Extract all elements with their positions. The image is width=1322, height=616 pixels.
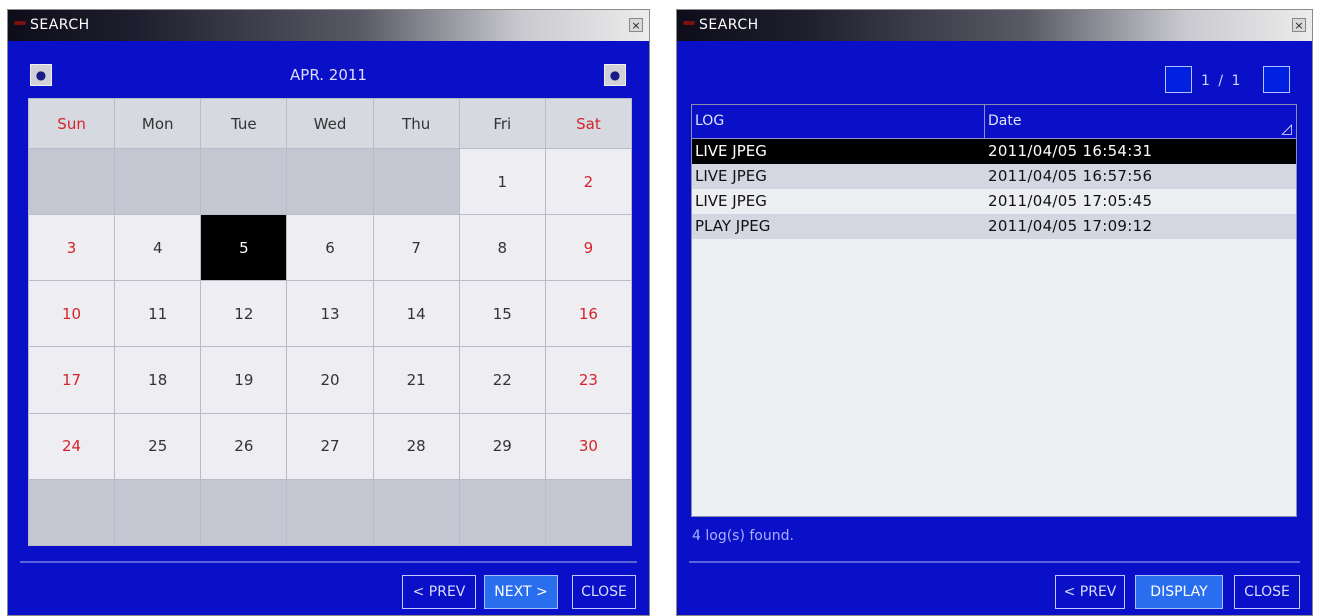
app-logo-icon: [14, 21, 26, 25]
weekday-thu: Thu: [372, 98, 460, 149]
calendar-day-28[interactable]: 28: [372, 412, 460, 480]
calendar-day-8[interactable]: 8: [458, 214, 546, 282]
calendar-day-15[interactable]: 15: [458, 280, 546, 348]
calendar-day-21[interactable]: 21: [372, 346, 460, 414]
calendar-week-row: 12: [27, 147, 633, 216]
calendar-day-17[interactable]: 17: [27, 346, 116, 414]
app-logo-icon: [683, 21, 695, 25]
calendar-day-4[interactable]: 4: [114, 214, 202, 282]
calendar-day-18[interactable]: 18: [114, 346, 202, 414]
calendar-day-13[interactable]: 13: [286, 280, 374, 348]
log-type-cell: LIVE JPEG: [695, 142, 767, 160]
calendar-empty-cell: [27, 478, 116, 547]
calendar-day-20[interactable]: 20: [286, 346, 374, 414]
calendar-day-30[interactable]: 30: [544, 412, 633, 480]
weekday-sun: Sun: [27, 98, 116, 149]
next-button[interactable]: NEXT >: [484, 575, 558, 609]
weekday-header-row: Sun Mon Tue Wed Thu Fri Sat: [27, 98, 633, 149]
weekday-tue: Tue: [200, 98, 288, 149]
weekday-wed: Wed: [286, 98, 374, 149]
prev-button[interactable]: < PREV: [1055, 575, 1125, 609]
calendar-empty-cell: [286, 147, 374, 216]
calendar-week-row: 17 18 19 20 21 22 23: [27, 346, 633, 414]
calendar-day-19[interactable]: 19: [200, 346, 288, 414]
calendar-day-5[interactable]: 5: [200, 214, 288, 282]
calendar-empty-cell: [544, 478, 633, 547]
log-row[interactable]: LIVE JPEG 2011/04/05 17:05:45: [692, 189, 1296, 214]
page-indicator: 1 / 1: [1201, 73, 1243, 89]
calendar-day-2[interactable]: 2: [544, 147, 633, 216]
calendar-empty-cell: [27, 147, 116, 216]
title-bar: SEARCH ×: [8, 10, 649, 41]
calendar-day-6[interactable]: 6: [286, 214, 374, 282]
log-row[interactable]: LIVE JPEG 2011/04/05 16:57:56: [692, 164, 1296, 189]
divider: [20, 561, 637, 563]
calendar-empty-cell: [372, 478, 460, 547]
log-date-cell: 2011/04/05 17:05:45: [988, 192, 1153, 210]
weekday-sat: Sat: [544, 98, 633, 149]
calendar-week-row: [27, 478, 633, 547]
calendar-day-9[interactable]: 9: [544, 214, 633, 282]
log-list-header: LOG Date ◿: [692, 105, 1296, 139]
calendar-empty-cell: [114, 478, 202, 547]
next-month-button[interactable]: ●: [604, 64, 626, 86]
calendar-grid: Sun Mon Tue Wed Thu Fri Sat 1 2 3 4 5 6 7 8 9 10 11 12 13 1…: [27, 98, 633, 547]
calendar-day-10[interactable]: 10: [27, 280, 116, 348]
close-button[interactable]: CLOSE: [572, 575, 636, 609]
prev-button[interactable]: < PREV: [402, 575, 476, 609]
column-header-date-label: Date: [988, 113, 1022, 129]
calendar-day-3[interactable]: 3: [27, 214, 116, 282]
calendar-empty-cell: [200, 147, 288, 216]
title-bar: SEARCH ×: [677, 10, 1312, 41]
month-label: APR. 2011: [290, 66, 367, 84]
calendar-search-window: SEARCH × ● APR. 2011 ● Sun Mon Tue Wed Thu Fr…: [7, 9, 650, 616]
calendar-day-11[interactable]: 11: [114, 280, 202, 348]
log-list: LOG Date ◿ LIVE JPEG 2011/04/05 16:54:31 L…: [691, 104, 1297, 517]
log-date-cell: 2011/04/05 16:57:56: [988, 167, 1153, 185]
calendar-week-row: 3456789: [27, 214, 633, 282]
calendar-day-26[interactable]: 26: [200, 412, 288, 480]
calendar-day-29[interactable]: 29: [458, 412, 546, 480]
close-window-icon[interactable]: ×: [1292, 18, 1306, 32]
calendar-empty-cell: [114, 147, 202, 216]
calendar-empty-cell: [372, 147, 460, 216]
window-title: SEARCH: [30, 17, 90, 33]
results-count: 4 log(s) found.: [692, 528, 794, 544]
close-button[interactable]: CLOSE: [1234, 575, 1300, 609]
next-page-button[interactable]: [1263, 66, 1290, 93]
close-window-icon[interactable]: ×: [629, 18, 643, 32]
calendar-day-12[interactable]: 12: [200, 280, 288, 348]
divider: [689, 561, 1300, 563]
weekday-fri: Fri: [458, 98, 546, 149]
log-row[interactable]: LIVE JPEG 2011/04/05 16:54:31: [692, 139, 1296, 164]
log-search-window: SEARCH × 1 / 1 LOG Date ◿ LIVE JPEG 2011/…: [676, 9, 1313, 616]
calendar-day-16[interactable]: 16: [544, 280, 633, 348]
calendar-day-1[interactable]: 1: [458, 147, 546, 216]
calendar-week-row: 24 25 26 27 28 29 30: [27, 412, 633, 480]
calendar-empty-cell: [458, 478, 546, 547]
calendar-empty-cell: [286, 478, 374, 547]
calendar-day-14[interactable]: 14: [372, 280, 460, 348]
log-date-cell: 2011/04/05 16:54:31: [988, 142, 1153, 160]
log-row[interactable]: PLAY JPEG 2011/04/05 17:09:12: [692, 214, 1296, 239]
window-title: SEARCH: [699, 17, 759, 33]
calendar-day-27[interactable]: 27: [286, 412, 374, 480]
column-header-log[interactable]: LOG: [692, 105, 985, 138]
prev-page-button[interactable]: [1165, 66, 1192, 93]
weekday-mon: Mon: [114, 98, 202, 149]
log-type-cell: LIVE JPEG: [695, 167, 767, 185]
calendar-day-7[interactable]: 7: [372, 214, 460, 282]
calendar-empty-cell: [200, 478, 288, 547]
log-date-cell: 2011/04/05 17:09:12: [988, 217, 1153, 235]
calendar-day-24[interactable]: 24: [27, 412, 116, 480]
column-header-date[interactable]: Date ◿: [985, 105, 1296, 138]
display-button[interactable]: DISPLAY: [1135, 575, 1223, 609]
log-type-cell: LIVE JPEG: [695, 192, 767, 210]
calendar-day-22[interactable]: 22: [458, 346, 546, 414]
calendar-day-25[interactable]: 25: [114, 412, 202, 480]
calendar-week-row: 10 11 12 13 14 15 16: [27, 280, 633, 348]
log-type-cell: PLAY JPEG: [695, 217, 771, 235]
calendar-day-23[interactable]: 23: [544, 346, 633, 414]
